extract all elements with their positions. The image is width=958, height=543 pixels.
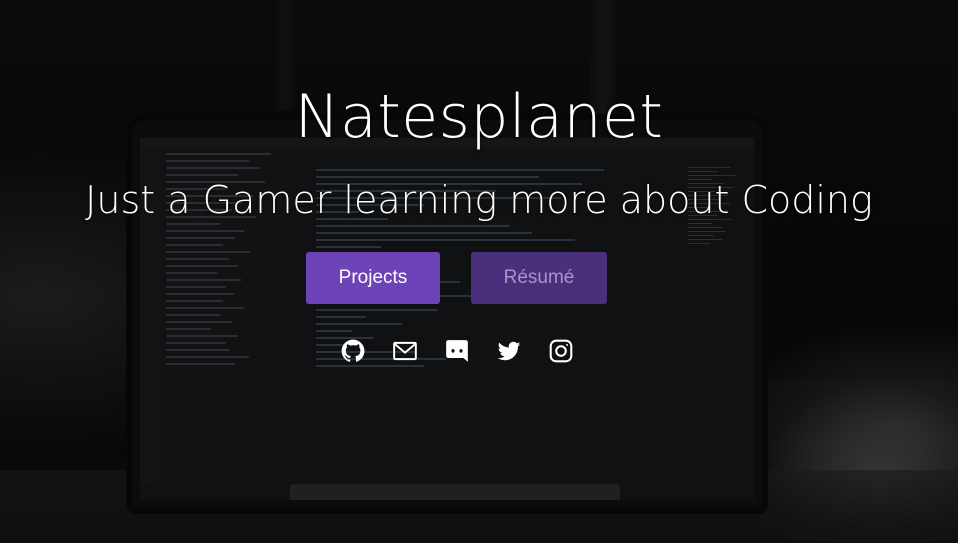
mail-icon[interactable] [392, 338, 418, 364]
social-links [340, 338, 574, 364]
github-icon[interactable] [340, 338, 366, 364]
site-title: Natesplanet [294, 82, 664, 152]
instagram-icon[interactable] [548, 338, 574, 364]
projects-button[interactable]: Projects [306, 252, 440, 304]
resume-button[interactable]: Résumé [471, 252, 607, 304]
site-subtitle: Just a Gamer learning more about Coding [85, 178, 873, 222]
discord-icon[interactable] [444, 338, 470, 364]
twitter-icon[interactable] [496, 338, 522, 364]
